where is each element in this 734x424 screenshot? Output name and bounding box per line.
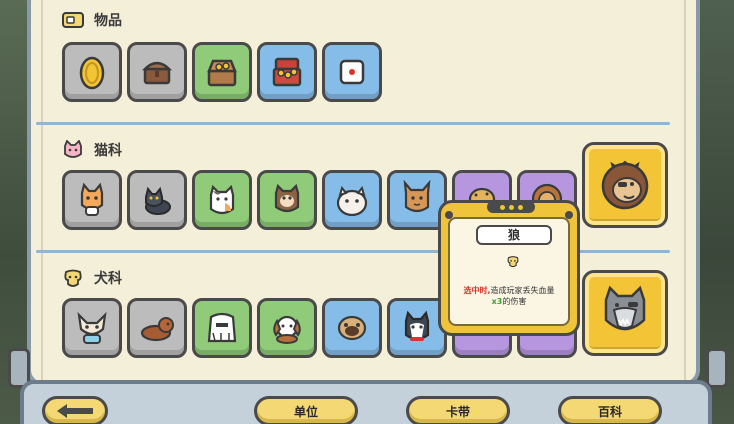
items-row xyxy=(62,42,382,102)
encyclopedia-button[interactable]: 百科 xyxy=(558,396,662,424)
divider-items xyxy=(36,122,670,125)
gold-coin-icon xyxy=(79,56,105,90)
dog-slot-dachshund[interactable] xyxy=(127,298,187,358)
black-cat-icon xyxy=(145,186,171,215)
bottom-nav-bar: 单位 卡带 百科 xyxy=(20,380,712,424)
item-slot-treasure-hoard[interactable] xyxy=(257,42,317,102)
section-title-items: 物品 xyxy=(94,13,122,29)
section-header-cats: 猫科 xyxy=(62,140,122,160)
hinge-right xyxy=(706,348,728,388)
tape-button[interactable]: 卡带 xyxy=(406,396,510,424)
beagle-icon xyxy=(273,315,301,344)
tooltip-title: 狼 xyxy=(476,225,552,245)
section-title-dogs: 犬科 xyxy=(94,271,122,287)
tooltip-desc-tail: 的伤害 xyxy=(502,297,527,306)
featured-lion-portrait[interactable] xyxy=(582,142,668,228)
dog-slot-pug[interactable] xyxy=(322,298,382,358)
chihuahua-icon xyxy=(77,311,107,344)
dice-icon xyxy=(339,59,365,85)
dog-slot-chihuahua[interactable] xyxy=(62,298,122,358)
persian-cat-icon xyxy=(336,185,368,217)
item-slot-dice[interactable] xyxy=(322,42,382,102)
cat-slot-persian-cat[interactable] xyxy=(322,170,382,230)
dog-slot-beagle[interactable] xyxy=(257,298,317,358)
tooltip-desc-trigger: 选中时, xyxy=(463,286,491,295)
husky-icon xyxy=(404,310,430,341)
tooltip-dog-face-icon xyxy=(506,253,520,272)
units-button[interactable]: 单位 xyxy=(254,396,358,424)
tooltip-body: 狼 选中时,造成玩家丢失血量 x3的伤害 xyxy=(448,217,570,326)
ticket-icon xyxy=(62,10,84,30)
dachshund-icon xyxy=(140,317,174,342)
back-button[interactable] xyxy=(42,396,108,424)
brown-cat-icon xyxy=(274,183,300,213)
wolf-icon xyxy=(604,285,646,331)
treasure-box-icon xyxy=(141,61,173,85)
section-title-cats: 猫科 xyxy=(94,143,122,159)
featured-wolf-portrait[interactable] xyxy=(582,270,668,356)
section-header-dogs: 犬科 xyxy=(62,268,122,288)
lion-boss-icon xyxy=(601,160,649,210)
pug-icon xyxy=(337,315,367,341)
tooltip-wolf: 狼 选中时,造成玩家丢失血量 x3的伤害 xyxy=(438,200,580,336)
cat-slot-brown-cat[interactable] xyxy=(257,170,317,230)
lynx-icon xyxy=(403,179,431,213)
cat-slot-calico-cat[interactable] xyxy=(192,170,252,230)
cat-face-icon xyxy=(62,140,84,160)
back-arrow-icon xyxy=(57,404,93,418)
item-slot-treasure-box[interactable] xyxy=(127,42,187,102)
cat-slot-black-cat[interactable] xyxy=(127,170,187,230)
tooltip-dots xyxy=(487,201,535,213)
tooltip-description: 选中时,造成玩家丢失血量 x3的伤害 xyxy=(454,285,564,307)
maltese-icon xyxy=(207,312,237,343)
item-slot-treasure-chest[interactable] xyxy=(192,42,252,102)
section-header-items: 物品 xyxy=(62,10,122,30)
dog-slot-maltese[interactable] xyxy=(192,298,252,358)
calico-cat-icon xyxy=(209,184,235,215)
dog-face-icon xyxy=(62,268,84,288)
item-slot-gold-coin[interactable] xyxy=(62,42,122,102)
tooltip-desc-text: 造成玩家丢失血量 xyxy=(490,286,555,295)
orange-cat-icon xyxy=(80,182,104,216)
cat-slot-orange-cat[interactable] xyxy=(62,170,122,230)
treasure-hoard-icon xyxy=(272,57,302,87)
tooltip-desc-multiplier: x3 xyxy=(491,297,503,306)
treasure-chest-icon xyxy=(207,59,237,87)
